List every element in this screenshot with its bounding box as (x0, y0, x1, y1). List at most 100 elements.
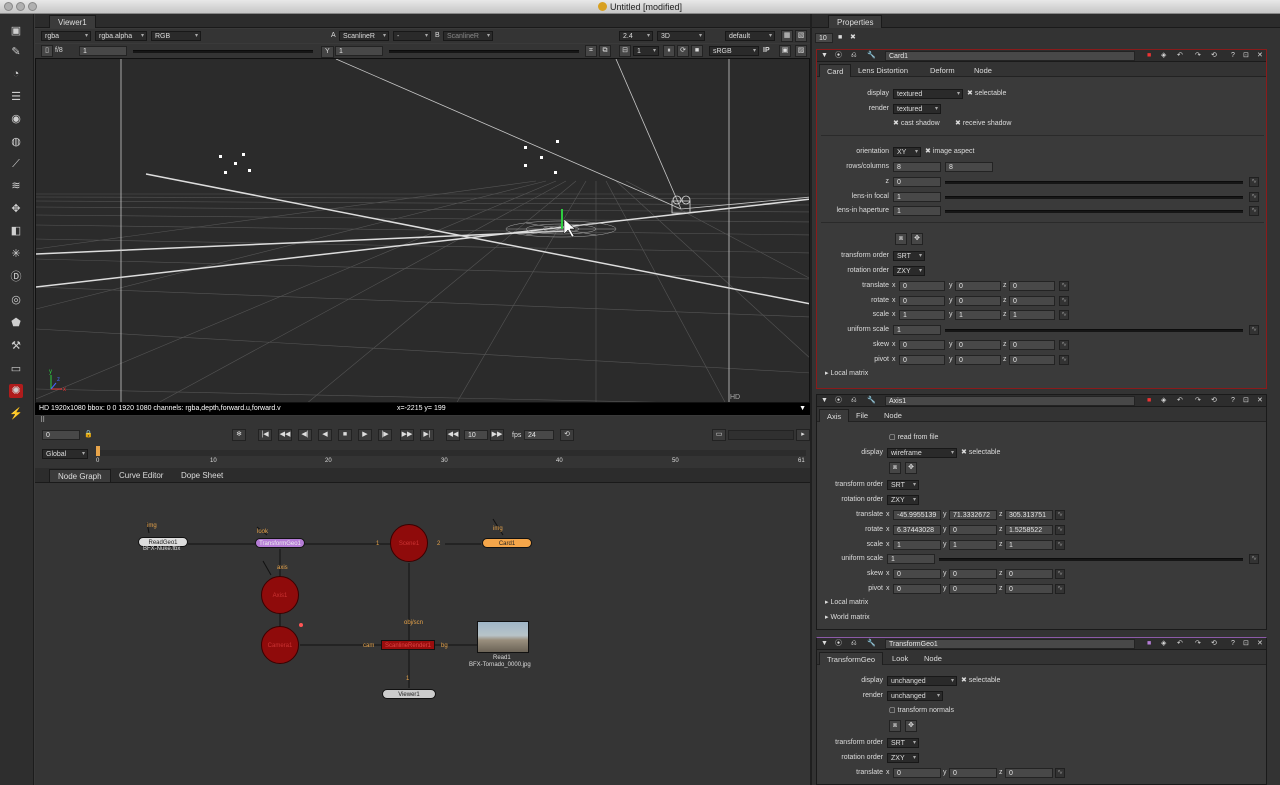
scale-x-field[interactable]: 1 (893, 540, 941, 550)
transform-handle-icon[interactable]: ⧈ (889, 720, 901, 732)
gamma-slider[interactable] (389, 50, 579, 53)
merge-icon[interactable]: ≋ (9, 179, 23, 193)
orientation-dropdown[interactable]: XY (893, 147, 921, 157)
roi-icon[interactable]: ▧ (795, 30, 807, 42)
loop-icon[interactable]: ⟲ (560, 429, 574, 441)
deep-icon[interactable]: Ⓓ (9, 270, 23, 284)
scale-anim-icon[interactable]: ∿ (1059, 310, 1069, 320)
tab-axis[interactable]: Axis (819, 409, 850, 422)
card1-name-field[interactable]: Card1 (885, 51, 1135, 61)
rotate-z-field[interactable]: 0 (1009, 296, 1055, 306)
pivot-snap-icon[interactable]: ✥ (905, 720, 917, 732)
render-dropdown[interactable]: textured (893, 104, 941, 114)
cast-shadow-checkbox[interactable]: ✖ cast shadow (893, 119, 940, 129)
skew-anim-icon[interactable]: ∿ (1055, 569, 1065, 579)
zoom-window-button[interactable] (28, 2, 37, 11)
read-from-file-checkbox[interactable]: ▢ read from file (889, 433, 938, 443)
clear-panels-icon[interactable]: ✖ (850, 33, 856, 43)
skew-z-field[interactable]: 0 (1009, 340, 1055, 350)
revert-icon[interactable]: ⟲ (1211, 639, 1217, 649)
help-icon[interactable]: ? (1231, 639, 1235, 649)
translate-x-field[interactable]: 0 (899, 281, 945, 291)
overlay-icon[interactable]: ▣ (779, 45, 791, 57)
receive-shadow-checkbox[interactable]: ✖ receive shadow (955, 119, 1011, 129)
lens-in-focal-field[interactable]: 1 (893, 192, 941, 202)
tab-properties[interactable]: Properties (828, 15, 883, 28)
selectable-checkbox[interactable]: ✖ selectable (967, 89, 1006, 99)
translate-z-field[interactable]: 0 (1009, 281, 1055, 291)
translate-x-field[interactable]: 0 (893, 768, 941, 778)
tab-node-graph[interactable]: Node Graph (49, 469, 111, 482)
wrench-icon[interactable]: 🔧 (867, 51, 876, 61)
columns-field[interactable]: 8 (945, 162, 993, 172)
color-icon[interactable]: ◉ (9, 112, 23, 126)
z-field[interactable]: 0 (893, 177, 941, 187)
gain-slider[interactable] (133, 50, 313, 53)
lens-in-haperture-slider[interactable] (945, 210, 1243, 213)
pivot-snap-icon[interactable]: ✥ (905, 462, 917, 474)
close-panel-icon[interactable]: ✕ (1257, 396, 1263, 406)
range-arrow-icon[interactable]: ▸ (796, 429, 810, 441)
current-frame-field[interactable]: 0 (42, 430, 80, 440)
rotation-order-dropdown[interactable]: ZXY (887, 753, 919, 763)
skip-forward-icon[interactable]: ▶▶ (490, 429, 504, 441)
rotation-order-dropdown[interactable]: ZXY (887, 495, 919, 505)
wipe-dropdown[interactable]: - (393, 31, 431, 41)
node-scanlinerender1[interactable]: ScanlineRender1 (381, 640, 435, 650)
haperture-anim-icon[interactable]: ∿ (1249, 206, 1259, 216)
last-frame-icon[interactable]: ▶| (420, 429, 434, 441)
transform-handle-icon[interactable]: ⧈ (895, 233, 907, 245)
world-matrix-toggle[interactable]: ▸ World matrix (825, 613, 870, 623)
rotation-order-dropdown[interactable]: ZXY (893, 266, 925, 276)
collapse-icon[interactable]: ▼ (821, 639, 828, 649)
refresh-icon[interactable]: ⟳ (677, 45, 689, 57)
node-axis1[interactable]: Axis1 (261, 576, 299, 614)
undo-icon[interactable]: ↶ (1177, 51, 1183, 61)
node-help-icon[interactable]: ⎌ (851, 639, 857, 649)
gamma-label[interactable]: Y (321, 46, 334, 58)
pivot-x-field[interactable]: 0 (899, 355, 945, 365)
uniform-scale-field[interactable]: 1 (893, 325, 941, 335)
float-panel-icon[interactable]: ⊡ (1243, 396, 1249, 406)
tab-node[interactable]: Node (877, 409, 909, 422)
timeline-track[interactable] (96, 450, 806, 456)
uniform-scale-slider[interactable] (945, 329, 1243, 332)
uniform-scale-slider[interactable] (939, 558, 1243, 561)
redo-icon[interactable]: ↷ (1195, 639, 1201, 649)
fps-field[interactable]: 24 (524, 430, 554, 440)
playhead[interactable] (96, 446, 100, 456)
z-slider[interactable] (945, 181, 1243, 184)
undo-icon[interactable]: ↶ (1177, 396, 1183, 406)
play-forward-icon[interactable]: ▶ (358, 429, 372, 441)
local-matrix-toggle[interactable]: ▸ Local matrix (825, 598, 868, 608)
local-matrix-toggle[interactable]: ▸ Local matrix (825, 369, 868, 379)
transform-order-dropdown[interactable]: SRT (893, 251, 925, 261)
color-swatch-icon[interactable]: ■ (1147, 396, 1151, 406)
frame-dropdown[interactable]: 1 (633, 46, 659, 56)
collapse-icon[interactable]: ▼ (821, 396, 828, 406)
tab-curve-editor[interactable]: Curve Editor (111, 469, 171, 482)
selectable-checkbox[interactable]: ✖ selectable (961, 448, 1000, 458)
skew-x-field[interactable]: 0 (899, 340, 945, 350)
uniform-anim-icon[interactable]: ∿ (1249, 325, 1259, 335)
max-panels-field[interactable]: 10 (815, 33, 833, 43)
rotate-y-field[interactable]: 0 (955, 296, 1001, 306)
ip-button[interactable]: IP (763, 46, 770, 56)
stripes-icon[interactable]: ▨ (795, 45, 807, 57)
help-icon[interactable]: ? (1231, 396, 1235, 406)
image-aspect-checkbox[interactable]: ✖ image aspect (925, 147, 974, 157)
selectable-checkbox[interactable]: ✖ selectable (961, 676, 1000, 686)
3d-icon[interactable]: ◧ (9, 224, 23, 238)
pivot-y-field[interactable]: 0 (949, 584, 997, 594)
pivot-y-field[interactable]: 0 (955, 355, 1001, 365)
uniform-anim-icon[interactable]: ∿ (1249, 554, 1259, 564)
tab-look[interactable]: Look (885, 652, 915, 665)
float-icon[interactable]: ⦿ (835, 639, 842, 649)
tab-dope-sheet[interactable]: Dope Sheet (173, 469, 231, 482)
other-icon[interactable]: ▭ (9, 362, 23, 376)
revert-icon[interactable]: ⟲ (1211, 396, 1217, 406)
rotate-x-field[interactable]: 0 (899, 296, 945, 306)
stop-render-icon[interactable]: ■ (691, 45, 703, 57)
stop-icon[interactable]: ■ (338, 429, 352, 441)
tab-file[interactable]: File (849, 409, 875, 422)
